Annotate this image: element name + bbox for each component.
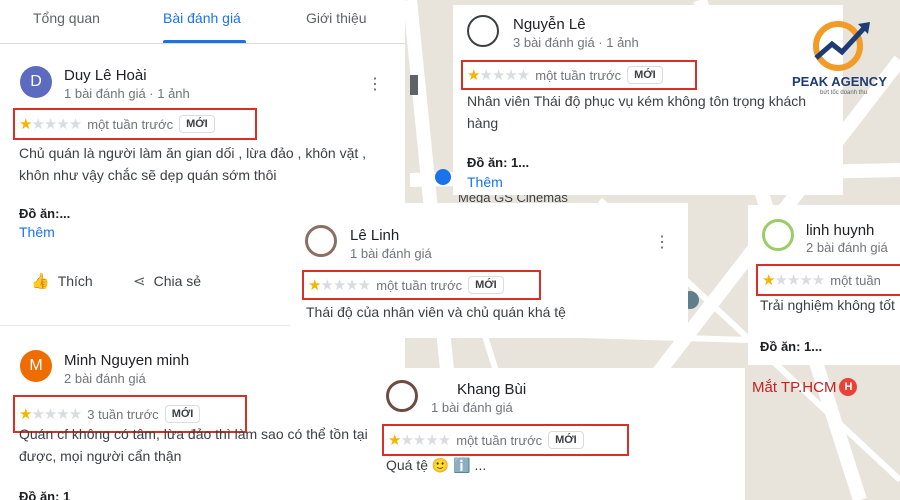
reviewer-name-khang[interactable]: Khang Bùi — [457, 381, 526, 398]
rating-box-khang: ★★★★★ một tuần trước MỚI — [382, 424, 629, 456]
review-text-khang: Quá tệ 🙂 ℹ️ ... — [386, 457, 487, 473]
reviewer-meta-nguyen: 3 bài đánh giá · 1 ảnh — [513, 35, 639, 50]
review-time-nguyen: một tuần trước — [535, 67, 622, 83]
dish-label-huynh: Đồ ăn: 1... — [760, 339, 823, 354]
review-time-minh: 3 tuần trước — [87, 406, 159, 422]
review-text-duy: Chủ quán là người làm ăn gian dối , lừa … — [19, 145, 367, 183]
avatar-minh[interactable]: M — [20, 350, 52, 382]
dish-label-nguyen: Đồ ăn: 1... — [467, 155, 530, 170]
tab-reviews[interactable]: Bài đánh giá — [163, 10, 241, 26]
more-options-icon[interactable]: ⋮ — [367, 77, 383, 93]
new-badge-minh: MỚI — [164, 405, 201, 423]
star-rating-duy: ★★★★★ — [19, 116, 82, 133]
review-text-linh: Thái độ của nhân viên và chủ quán khá tệ — [306, 304, 566, 320]
review-time-duy: một tuần trước — [87, 116, 174, 132]
thumbs-up-icon: 👍 — [31, 273, 50, 290]
review-card-nguyen: Nguyễn Lê 3 bài đánh giá · 1 ảnh ★★★★★ m… — [453, 5, 843, 195]
hospital-marker-icon[interactable]: H — [839, 378, 858, 396]
more-link-duy[interactable]: Thêm — [19, 224, 55, 240]
review-text-minh: Quán cf không có tâm, lừa đảo thì làm sa… — [19, 426, 368, 464]
dish-label-duy: Đồ ăn:... — [19, 206, 71, 221]
hospital-name: Mắt TP.HCM — [752, 378, 837, 396]
star-rating-nguyen: ★★★★★ — [467, 67, 530, 84]
dish-label-minh: Đồ ăn: 1 — [19, 489, 71, 500]
share-icon: ⋖ — [133, 273, 146, 290]
rating-box-huynh: ★★★★★ một tuần — [756, 264, 900, 296]
logo-icon — [813, 21, 870, 71]
tab-overview[interactable]: Tổng quan — [33, 10, 100, 26]
review-card-minh: M Minh Nguyen minh 2 bài đánh giá ★★★★★ … — [0, 326, 405, 500]
logo-text: PEAK AGENCY — [792, 74, 887, 89]
reviewer-name-linh[interactable]: Lê Linh — [350, 227, 399, 244]
reviewer-name-minh[interactable]: Minh Nguyen minh — [64, 352, 189, 369]
reviewer-meta-duy: 1 bài đánh giá · 1 ảnh — [64, 86, 190, 101]
like-button[interactable]: 👍 Thích — [31, 272, 93, 290]
avatar-nguyen[interactable] — [467, 15, 499, 47]
review-time-huynh: một tuần — [830, 272, 881, 288]
reviewer-name-duy[interactable]: Duy Lê Hoài — [64, 67, 147, 84]
new-badge-khang: MỚI — [548, 431, 584, 449]
rating-box-linh: ★★★★★ một tuần trước MỚI — [302, 270, 541, 300]
new-badge-linh: MỚI — [468, 276, 504, 294]
star-rating-huynh: ★★★★★ — [762, 272, 825, 289]
reviewer-meta-linh: 1 bài đánh giá — [350, 246, 432, 261]
rating-box-nguyen: ★★★★★ một tuần trước MỚI — [461, 60, 697, 90]
review-time-linh: một tuần trước — [376, 277, 463, 293]
logo-tagline: bứt tốc doanh thu — [820, 90, 868, 96]
star-rating-minh: ★★★★★ — [19, 406, 82, 423]
review-card-khang: Khang Bùi 1 bài đánh giá ★★★★★ một tuần … — [370, 368, 745, 500]
avatar-huynh[interactable] — [762, 219, 794, 251]
tab-about[interactable]: Giới thiệu — [306, 10, 367, 26]
avatar-khang[interactable] — [386, 380, 418, 412]
like-label: Thích — [57, 273, 93, 289]
avatar-duy[interactable]: D — [20, 66, 52, 98]
review-text-huynh: Trải nghiệm không tốt — [760, 297, 895, 313]
reviewer-name-nguyen[interactable]: Nguyễn Lê — [513, 16, 586, 33]
star-rating-linh: ★★★★★ — [308, 277, 371, 294]
share-button[interactable]: ⋖ Chia sẻ — [133, 272, 201, 290]
share-label: Chia sẻ — [153, 273, 202, 289]
review-text-nguyen: Nhân viên Thái độ phục vụ kém không tôn … — [467, 93, 807, 131]
review-card-huynh: linh huynh 2 bài đánh giá ★★★★★ một tuần… — [748, 205, 900, 365]
reviewer-meta-minh: 2 bài đánh giá — [64, 371, 146, 386]
review-card-linh: Lê Linh 1 bài đánh giá ⋮ ★★★★★ một tuần … — [290, 203, 688, 338]
reviewer-meta-huynh: 2 bài đánh giá — [806, 240, 888, 255]
reviewer-name-huynh[interactable]: linh huynh — [806, 222, 874, 239]
avatar-linh[interactable] — [305, 225, 337, 257]
hospital-label: Mắt TP.HCM H — [752, 378, 858, 396]
review-time-khang: một tuần trước — [456, 432, 543, 448]
reviewer-meta-khang: 1 bài đánh giá — [431, 400, 513, 415]
peak-agency-logo: PEAK AGENCY bứt tốc doanh thu — [790, 18, 890, 100]
more-options-icon[interactable]: ⋮ — [654, 235, 670, 251]
new-badge-nguyen: MỚI — [627, 66, 663, 84]
rating-box-duy: ★★★★★ một tuần trước MỚI — [13, 108, 257, 140]
more-link-nguyen[interactable]: Thêm — [467, 174, 503, 190]
new-badge-duy: MỚI — [179, 115, 215, 133]
star-rating-khang: ★★★★★ — [388, 432, 451, 449]
